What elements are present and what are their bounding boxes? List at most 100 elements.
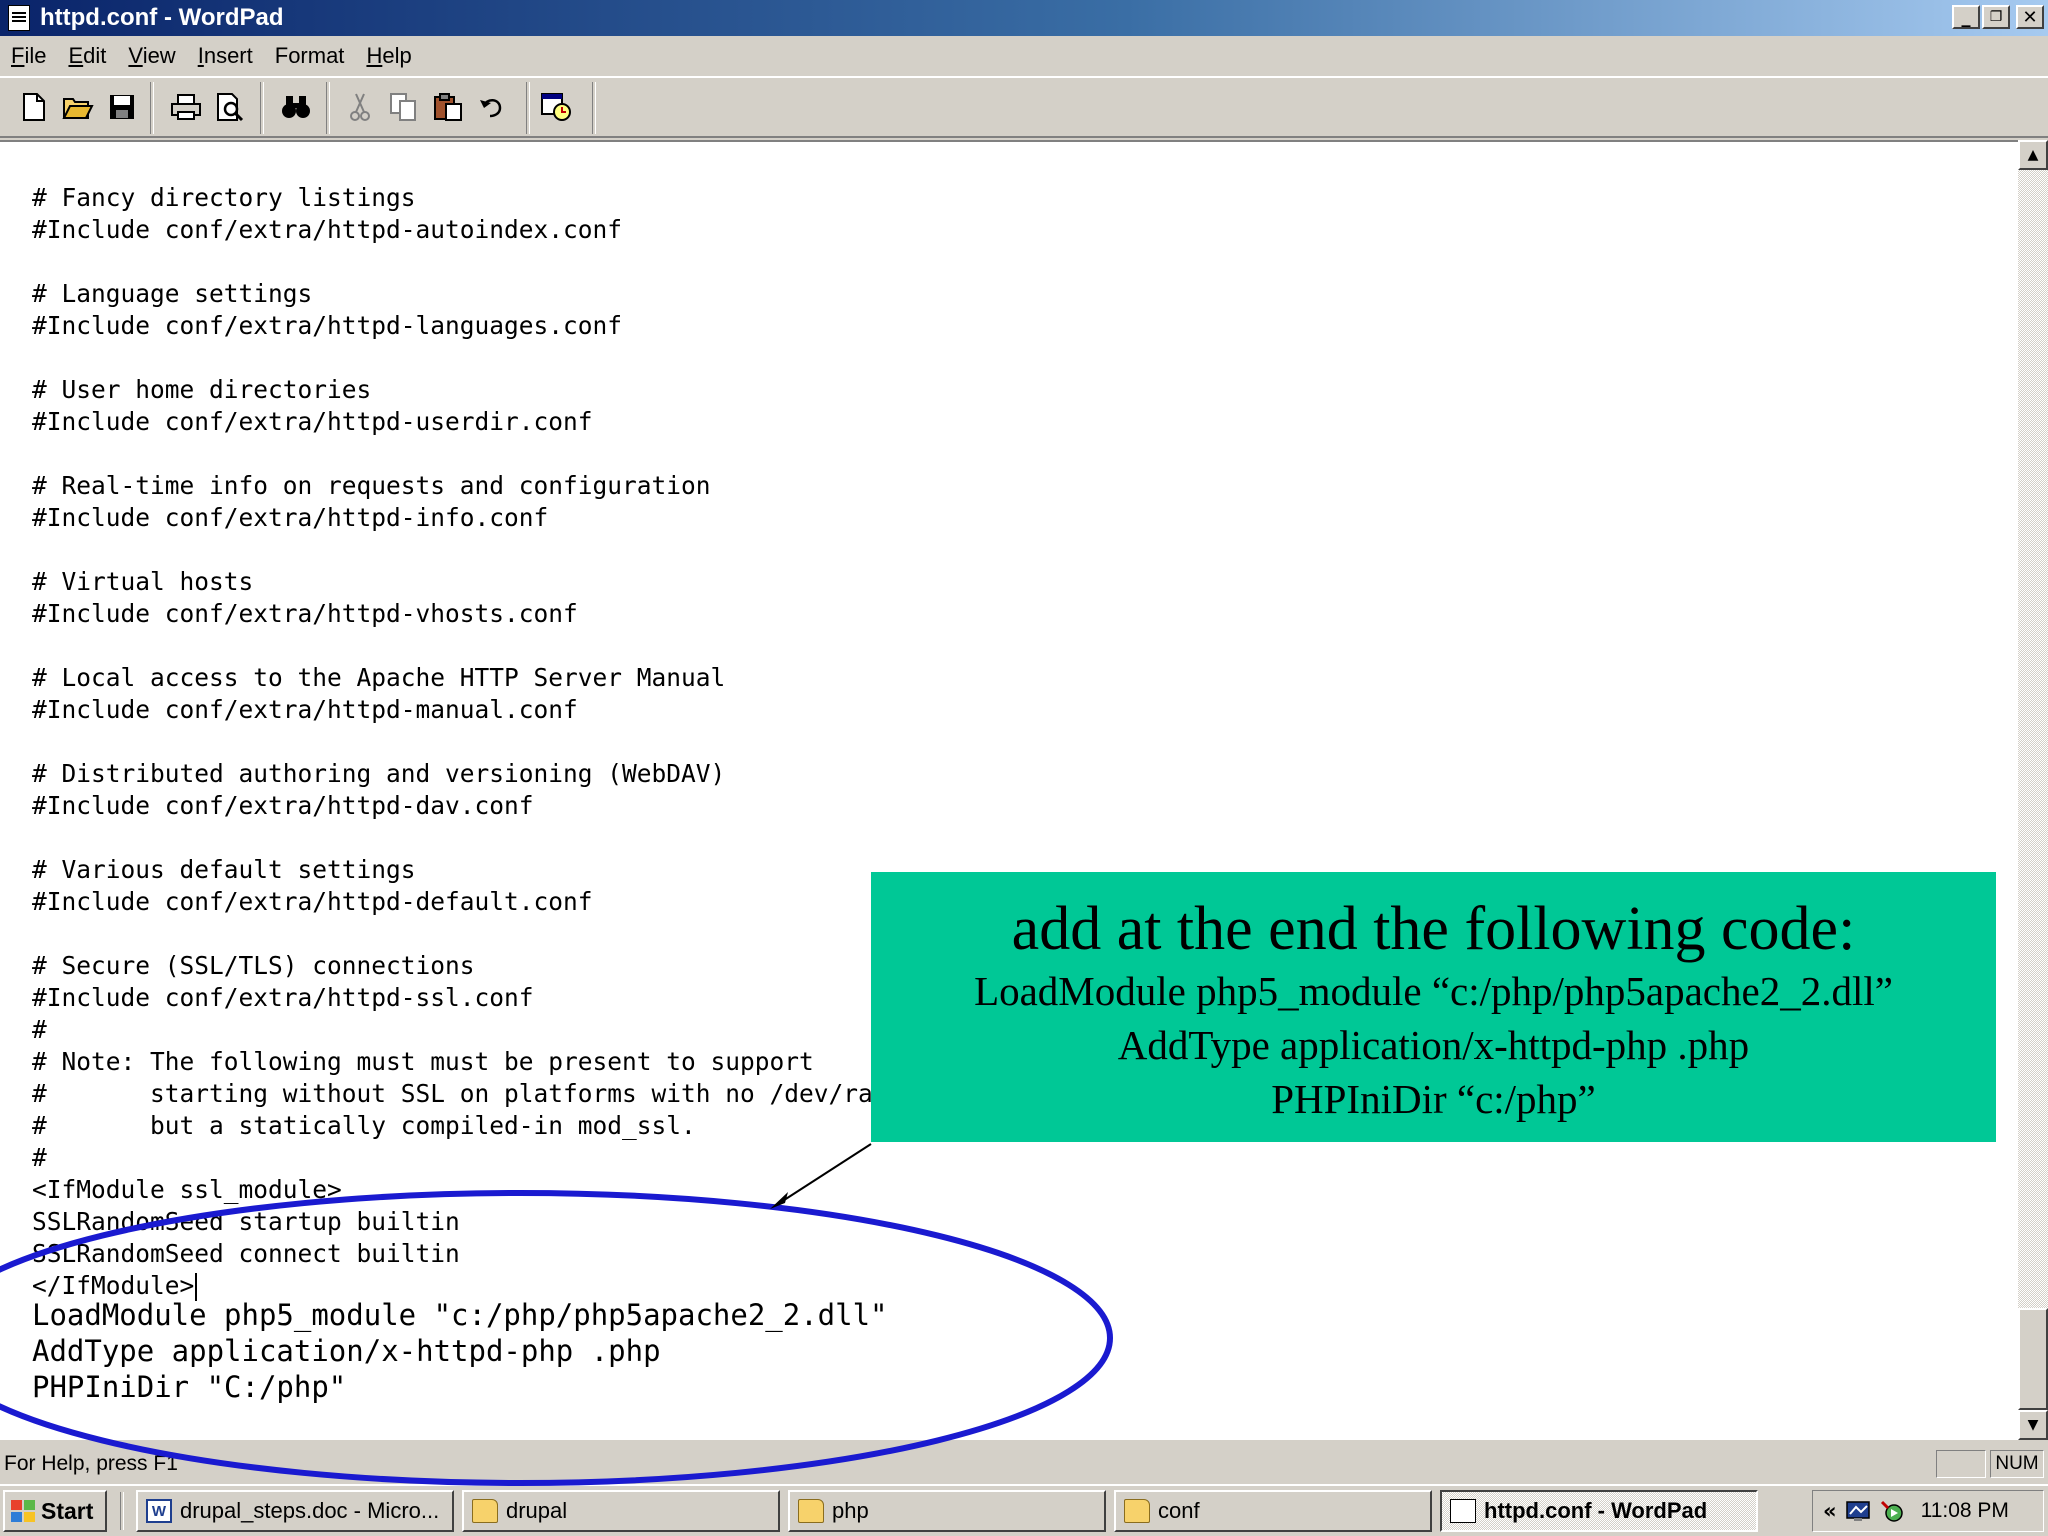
minimize-button[interactable]: _	[1952, 5, 1980, 29]
print-preview-button[interactable]	[208, 84, 252, 130]
annotation-line: AddType application/x-httpd-php .php	[1117, 1022, 1750, 1068]
document-line: # Distributed authoring and versioning (…	[32, 759, 726, 788]
clock[interactable]: 11:08 PM	[1921, 1499, 2009, 1523]
minimize-icon: _	[1961, 6, 1971, 28]
added-code-block[interactable]: LoadModule php5_module "c:/php/php5apach…	[32, 1297, 888, 1405]
toolbar-separator	[592, 82, 596, 134]
document-line: # Language settings	[32, 279, 313, 308]
menu-bar: File Edit View Insert Format Help	[0, 38, 423, 74]
document-line: # Virtual hosts	[32, 567, 254, 596]
window-controls: _ ❐ ✕	[1952, 5, 2044, 29]
new-button[interactable]	[12, 84, 56, 130]
menu-format[interactable]: Format	[264, 43, 356, 69]
menu-help[interactable]: Help	[355, 43, 422, 69]
toolbar-find-group	[274, 84, 318, 130]
paste-button[interactable]	[426, 84, 470, 130]
date-time-button[interactable]	[534, 84, 578, 130]
toolbar-separator	[260, 82, 264, 134]
find-button[interactable]	[274, 84, 318, 130]
scroll-down-icon: ▼	[2027, 1417, 2039, 1433]
cut-button[interactable]	[338, 84, 382, 130]
document-line: # Real-time info on requests and configu…	[32, 471, 711, 500]
close-button[interactable]: ✕	[2016, 5, 2044, 29]
toolbar-edit-group	[338, 84, 514, 130]
annotation-heading: add at the end the following code:	[1011, 895, 1856, 963]
document-line: #Include conf/extra/httpd-vhosts.conf	[32, 599, 578, 628]
document-area[interactable]: # Fancy directory listings #Include conf/…	[0, 140, 2018, 1440]
folder-icon	[472, 1499, 498, 1523]
windows-logo-icon	[11, 1500, 35, 1522]
cut-icon	[350, 93, 370, 121]
taskbar-item-wordpad[interactable]: httpd.conf - WordPad	[1440, 1490, 1758, 1532]
print-button[interactable]	[164, 84, 208, 130]
document-line: AddType application/x-httpd-php .php	[32, 1334, 661, 1368]
taskbar: Start W drupal_steps.doc - Micro... drup…	[0, 1484, 2048, 1536]
document-line: #Include conf/extra/httpd-languages.conf	[32, 311, 623, 340]
undo-button[interactable]	[470, 84, 514, 130]
save-icon	[110, 95, 134, 119]
document-line: LoadModule php5_module "c:/php/php5apach…	[32, 1298, 888, 1332]
document-line: #Include conf/extra/httpd-manual.conf	[32, 695, 578, 724]
num-lock-indicator: NUM	[1990, 1450, 2044, 1478]
toolbar-separator	[326, 82, 330, 134]
tray-expand-icon[interactable]: «	[1823, 1499, 1837, 1523]
system-tray: « 11:08 PM	[1812, 1490, 2044, 1532]
taskbar-item-word-doc[interactable]: W drupal_steps.doc - Micro...	[136, 1490, 454, 1532]
document-line: #Include conf/extra/httpd-autoindex.conf	[32, 215, 623, 244]
menu-view[interactable]: View	[117, 43, 186, 69]
scroll-up-icon: ▲	[2027, 147, 2039, 163]
print-preview-icon	[217, 93, 244, 122]
taskbar-separator	[120, 1492, 124, 1530]
restore-button[interactable]: ❐	[1982, 5, 2010, 29]
toolbar	[0, 76, 2048, 138]
network-icon[interactable]	[1845, 1499, 1871, 1523]
start-button[interactable]: Start	[3, 1490, 107, 1532]
toolbar-file-group	[12, 84, 144, 130]
annotation-line: LoadModule php5_module “c:/php/php5apach…	[974, 968, 1893, 1014]
folder-icon	[1124, 1499, 1150, 1523]
media-player-icon[interactable]	[1879, 1499, 1905, 1523]
word-icon: W	[146, 1499, 172, 1523]
taskbar-item-php-folder[interactable]: php	[788, 1490, 1106, 1532]
document-line: # User home directories	[32, 375, 372, 404]
document-line: PHPIniDir "C:/php"	[32, 1370, 347, 1404]
status-text: For Help, press F1	[4, 1452, 178, 1475]
open-button[interactable]	[56, 84, 100, 130]
toolbar-print-group	[164, 84, 252, 130]
folder-icon	[798, 1499, 824, 1523]
taskbar-item-conf-folder[interactable]: conf	[1114, 1490, 1432, 1532]
wordpad-app-icon[interactable]	[8, 5, 30, 31]
scroll-thumb[interactable]	[2018, 1308, 2048, 1410]
status-panel-empty	[1936, 1450, 1986, 1478]
menu-insert[interactable]: Insert	[187, 43, 264, 69]
toolbar-insert-group	[534, 84, 578, 130]
document-line: #Include conf/extra/httpd-dav.conf	[32, 791, 534, 820]
copy-icon	[390, 93, 416, 121]
document-line: #Include conf/extra/httpd-info.conf	[32, 503, 549, 532]
scroll-down-button[interactable]: ▼	[2018, 1410, 2048, 1440]
document-line: # Local access to the Apache HTTP Server…	[32, 663, 726, 692]
taskbar-item-drupal-folder[interactable]: drupal	[462, 1490, 780, 1532]
find-icon	[282, 96, 310, 118]
document-line: #Include conf/extra/httpd-userdir.conf	[32, 407, 593, 436]
save-button[interactable]	[100, 84, 144, 130]
menu-edit[interactable]: Edit	[57, 43, 117, 69]
open-folder-icon	[62, 98, 94, 119]
scroll-up-button[interactable]: ▲	[2018, 140, 2048, 170]
menu-file[interactable]: File	[0, 43, 57, 69]
copy-button[interactable]	[382, 84, 426, 130]
close-icon: ✕	[2022, 6, 2038, 28]
document-line: # Fancy directory listings	[32, 183, 416, 212]
window-title: httpd.conf - WordPad	[40, 4, 284, 31]
title-bar: httpd.conf - WordPad _ ❐ ✕	[0, 0, 2048, 36]
new-document-icon	[23, 93, 45, 121]
vertical-scrollbar[interactable]: ▲ ▼	[2018, 140, 2048, 1440]
annotation-callout: add at the end the following code: LoadM…	[871, 872, 1996, 1142]
